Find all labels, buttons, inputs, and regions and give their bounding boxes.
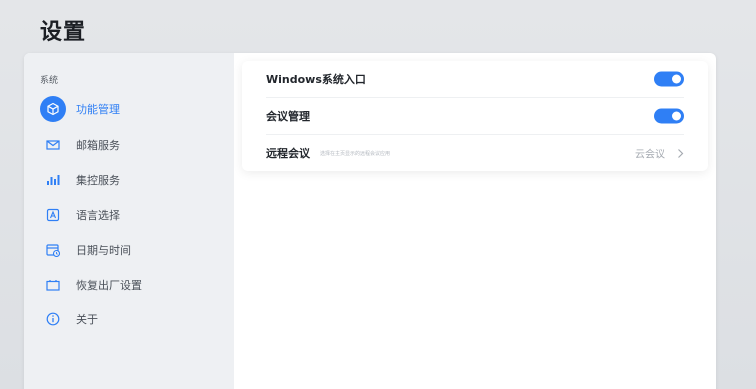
sidebar-item-label: 关于 (76, 313, 98, 326)
settings-card: Windows系统入口 会议管理 远程会议 选择在主页显示的远程会议应用 云会议 (242, 61, 708, 171)
selected-value: 云会议 (635, 149, 665, 161)
reset-icon (40, 272, 66, 298)
meeting-management-toggle[interactable] (654, 108, 684, 124)
sidebar-item-label: 恢复出厂设置 (76, 279, 142, 292)
info-icon (40, 306, 66, 332)
setting-label: Windows系统入口 (266, 73, 366, 86)
sidebar-item-feature-management[interactable]: 功能管理 (40, 95, 220, 123)
setting-label: 会议管理 (266, 110, 310, 123)
toggle-knob (672, 74, 681, 84)
sidebar-item-label: 语言选择 (76, 209, 120, 222)
setting-label: 远程会议 (266, 147, 310, 160)
sidebar-item-label: 集控服务 (76, 174, 120, 187)
setting-row-meeting-management: 会议管理 (266, 98, 684, 134)
sidebar-item-about[interactable]: 关于 (40, 305, 220, 333)
sidebar-item-label: 邮箱服务 (76, 139, 120, 152)
page-title: 设置 (40, 20, 87, 45)
sidebar-item-factory-reset[interactable]: 恢复出厂设置 (40, 271, 220, 299)
remote-meeting-selector[interactable]: 云会议 (635, 144, 684, 163)
sidebar-item-label: 功能管理 (76, 103, 120, 116)
sidebar-section-label: 系统 (40, 76, 59, 86)
setting-row-windows-entry: Windows系统入口 (266, 61, 684, 97)
sidebar-item-language[interactable]: 语言选择 (40, 201, 220, 229)
mail-icon (40, 132, 66, 158)
setting-row-remote-meeting[interactable]: 远程会议 选择在主页显示的远程会议应用 云会议 (266, 135, 684, 171)
settings-window: 系统 功能管理 邮箱服务 集控服务 语言选择 日期与时间 恢复出厂设置 关于 W… (24, 53, 716, 389)
windows-entry-toggle[interactable] (654, 71, 684, 87)
sidebar-item-label: 日期与时间 (76, 244, 131, 257)
calendar-clock-icon (40, 237, 66, 263)
language-icon (40, 202, 66, 228)
sidebar-item-date-time[interactable]: 日期与时间 (40, 236, 220, 264)
setting-description: 选择在主页显示的远程会议应用 (320, 150, 391, 157)
sidebar-item-mail-service[interactable]: 邮箱服务 (40, 131, 220, 159)
sidebar: 系统 功能管理 邮箱服务 集控服务 语言选择 日期与时间 恢复出厂设置 关于 (24, 53, 234, 389)
toggle-knob (672, 111, 681, 121)
bar-chart-icon (40, 167, 66, 193)
sidebar-item-central-control[interactable]: 集控服务 (40, 166, 220, 194)
cube-icon (40, 96, 66, 122)
chevron-right-icon (677, 144, 684, 163)
